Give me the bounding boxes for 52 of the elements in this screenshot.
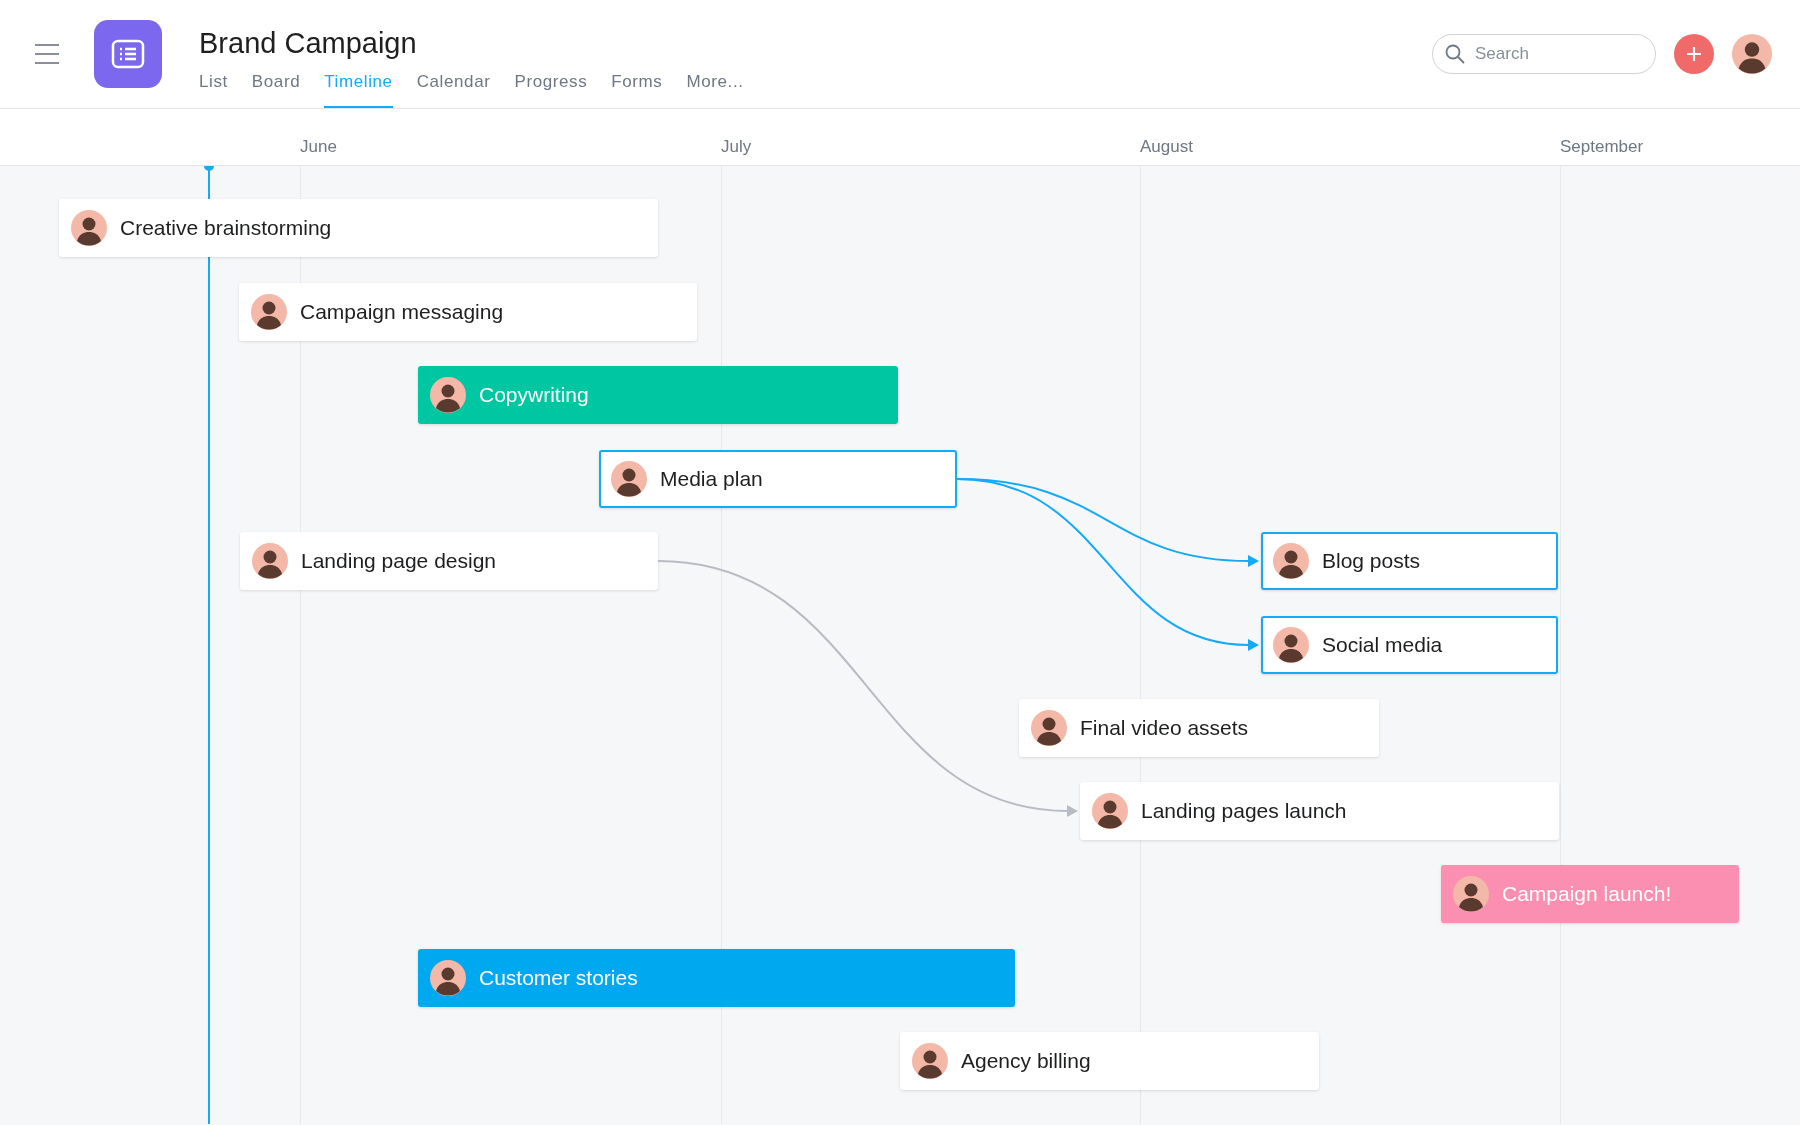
task-bar[interactable]: Creative brainstorming [59, 199, 658, 257]
task-name: Media plan [660, 467, 763, 491]
user-avatar [1732, 34, 1772, 74]
task-bar[interactable]: Blog posts [1261, 532, 1558, 590]
task-bar[interactable]: Customer stories [418, 949, 1015, 1007]
avatar [912, 1043, 948, 1079]
view-tab[interactable]: More... [686, 72, 744, 108]
task-name: Creative brainstorming [120, 216, 332, 240]
view-tab[interactable]: List [199, 72, 228, 108]
search-icon [1445, 44, 1465, 64]
avatar [1273, 543, 1309, 579]
project-icon [94, 20, 162, 88]
task-bar[interactable]: Campaign messaging [239, 283, 697, 341]
avatar [430, 960, 466, 996]
avatar [1092, 793, 1128, 829]
view-tab[interactable]: Calendar [416, 72, 491, 108]
menu-icon[interactable] [34, 43, 60, 65]
task-name: Social media [1322, 633, 1443, 657]
task-name: Landing page design [301, 549, 496, 573]
view-tab[interactable]: Progress [514, 72, 588, 108]
avatar [430, 377, 466, 413]
task-name: Copywriting [479, 383, 589, 407]
task-bar[interactable]: Social media [1261, 616, 1558, 674]
view-tab[interactable]: Forms [611, 72, 663, 108]
task-bar[interactable]: Media plan [599, 450, 957, 508]
plus-icon [1686, 46, 1702, 62]
search-field[interactable]: Search [1432, 34, 1656, 74]
task-name: Agency billing [961, 1049, 1091, 1073]
task-name: Campaign launch! [1502, 882, 1672, 906]
task-bar[interactable]: Landing pages launch [1080, 782, 1559, 840]
month-label: July [721, 137, 752, 157]
task-name: Final video assets [1080, 716, 1249, 740]
avatar [71, 210, 107, 246]
task-name: Campaign messaging [300, 300, 504, 324]
avatar [611, 461, 647, 497]
add-button[interactable] [1674, 34, 1714, 74]
month-label: August [1140, 137, 1193, 157]
month-label: June [300, 137, 337, 157]
avatar [252, 543, 288, 579]
view-tab[interactable]: Board [251, 72, 301, 108]
task-name: Blog posts [1322, 549, 1421, 573]
task-bar[interactable]: Landing page design [240, 532, 658, 590]
task-name: Landing pages launch [1141, 799, 1347, 823]
task-bar[interactable]: Final video assets [1019, 699, 1379, 757]
month-label: September [1560, 137, 1644, 157]
avatar [1453, 876, 1489, 912]
task-bar[interactable]: Agency billing [900, 1032, 1319, 1090]
avatar [1031, 710, 1067, 746]
project-title: Brand Campaign [199, 27, 418, 60]
avatar [251, 294, 287, 330]
avatar [1273, 627, 1309, 663]
task-name: Customer stories [479, 966, 638, 990]
